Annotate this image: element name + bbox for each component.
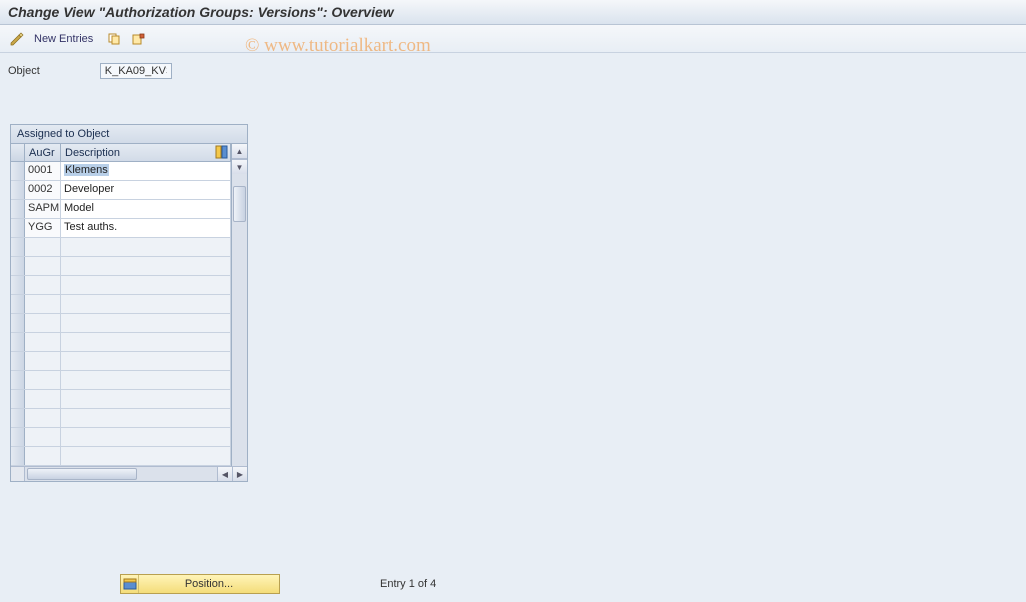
entry-status: Entry 1 of 4 bbox=[380, 578, 436, 590]
cell-description[interactable]: Developer bbox=[61, 181, 231, 199]
cell-description[interactable] bbox=[61, 276, 231, 294]
scroll-right-arrow-icon[interactable]: ▶ bbox=[232, 467, 247, 481]
object-input[interactable] bbox=[100, 63, 172, 79]
table-row[interactable] bbox=[11, 238, 231, 257]
assigned-to-object-table: Assigned to Object AuGr Description 0001… bbox=[10, 124, 248, 482]
cell-augr[interactable] bbox=[25, 352, 61, 370]
table-row[interactable]: YGGTest auths. bbox=[11, 219, 231, 238]
column-header-augr[interactable]: AuGr bbox=[25, 144, 61, 161]
vertical-scrollbar[interactable]: ▲ ▼ bbox=[231, 144, 247, 466]
cell-description[interactable] bbox=[61, 257, 231, 275]
object-label: Object bbox=[8, 65, 40, 77]
new-entries-button[interactable]: New Entries bbox=[34, 33, 93, 45]
row-selector[interactable] bbox=[11, 219, 25, 237]
row-selector[interactable] bbox=[11, 428, 25, 446]
cell-augr[interactable] bbox=[25, 447, 61, 465]
table-row[interactable]: 0002Developer bbox=[11, 181, 231, 200]
scroll-left-arrow-icon[interactable]: ◀ bbox=[217, 467, 232, 481]
cell-description[interactable] bbox=[61, 333, 231, 351]
cell-description[interactable] bbox=[61, 409, 231, 427]
cell-description[interactable] bbox=[61, 428, 231, 446]
table-row[interactable] bbox=[11, 409, 231, 428]
vertical-scroll-thumb[interactable] bbox=[233, 186, 246, 222]
table-row[interactable] bbox=[11, 257, 231, 276]
row-selector[interactable] bbox=[11, 333, 25, 351]
table-row[interactable] bbox=[11, 295, 231, 314]
cell-augr[interactable] bbox=[25, 390, 61, 408]
scroll-down-arrow-icon[interactable]: ▼ bbox=[232, 159, 247, 174]
table-row[interactable] bbox=[11, 390, 231, 409]
row-selector[interactable] bbox=[11, 276, 25, 294]
cell-augr[interactable] bbox=[25, 371, 61, 389]
cell-augr[interactable] bbox=[25, 428, 61, 446]
table-settings-icon[interactable] bbox=[215, 145, 229, 159]
application-toolbar: New Entries bbox=[0, 25, 1026, 53]
cell-description[interactable]: Model bbox=[61, 200, 231, 218]
cell-augr[interactable]: YGG bbox=[25, 219, 61, 237]
cell-augr[interactable]: SAPM bbox=[25, 200, 61, 218]
cell-augr[interactable] bbox=[25, 238, 61, 256]
row-selector[interactable] bbox=[11, 390, 25, 408]
cell-description[interactable]: Klemens bbox=[61, 162, 231, 180]
table-row[interactable] bbox=[11, 333, 231, 352]
row-selector[interactable] bbox=[11, 238, 25, 256]
horizontal-scroll-track[interactable] bbox=[25, 467, 217, 481]
column-header-description-label: Description bbox=[65, 147, 120, 159]
cell-augr[interactable]: 0002 bbox=[25, 181, 61, 199]
position-button-label: Position... bbox=[139, 578, 279, 590]
cell-description[interactable] bbox=[61, 390, 231, 408]
table-row[interactable] bbox=[11, 428, 231, 447]
row-selector[interactable] bbox=[11, 409, 25, 427]
row-selector[interactable] bbox=[11, 162, 25, 180]
table-body: 0001Klemens0002DeveloperSAPMModelYGGTest… bbox=[11, 162, 231, 466]
footer-bar: Position... Entry 1 of 4 bbox=[0, 570, 1026, 602]
cell-description[interactable] bbox=[61, 447, 231, 465]
toggle-change-icon[interactable] bbox=[8, 30, 26, 48]
table-row[interactable]: 0001Klemens bbox=[11, 162, 231, 181]
delete-icon[interactable] bbox=[129, 30, 147, 48]
cell-augr[interactable] bbox=[25, 295, 61, 313]
table-title: Assigned to Object bbox=[11, 125, 247, 144]
row-selector[interactable] bbox=[11, 447, 25, 465]
row-selector[interactable] bbox=[11, 352, 25, 370]
cell-augr[interactable]: 0001 bbox=[25, 162, 61, 180]
cell-augr[interactable] bbox=[25, 409, 61, 427]
cell-description[interactable] bbox=[61, 314, 231, 332]
row-selector[interactable] bbox=[11, 257, 25, 275]
table-row[interactable] bbox=[11, 314, 231, 333]
select-all-handle[interactable] bbox=[11, 144, 25, 161]
object-row: Object bbox=[0, 53, 1026, 89]
cell-description[interactable] bbox=[61, 371, 231, 389]
cell-augr[interactable] bbox=[25, 333, 61, 351]
table-row[interactable] bbox=[11, 371, 231, 390]
copy-as-icon[interactable] bbox=[105, 30, 123, 48]
table-row[interactable] bbox=[11, 447, 231, 466]
cell-description[interactable]: Test auths. bbox=[61, 219, 231, 237]
cell-augr[interactable] bbox=[25, 314, 61, 332]
row-selector[interactable] bbox=[11, 314, 25, 332]
row-selector[interactable] bbox=[11, 371, 25, 389]
cell-augr[interactable] bbox=[25, 276, 61, 294]
vertical-scroll-track[interactable] bbox=[232, 174, 247, 466]
horizontal-scrollbar[interactable]: ◀ ▶ bbox=[11, 466, 247, 481]
table-row[interactable] bbox=[11, 352, 231, 371]
page-title: Change View "Authorization Groups: Versi… bbox=[0, 0, 1026, 25]
hscroll-spacer bbox=[11, 467, 25, 481]
cell-description[interactable] bbox=[61, 295, 231, 313]
cell-description[interactable] bbox=[61, 352, 231, 370]
position-icon bbox=[121, 575, 139, 593]
cell-augr[interactable] bbox=[25, 257, 61, 275]
scroll-up-arrow-icon[interactable]: ▲ bbox=[232, 144, 247, 159]
row-selector[interactable] bbox=[11, 200, 25, 218]
row-selector[interactable] bbox=[11, 295, 25, 313]
row-selector[interactable] bbox=[11, 181, 25, 199]
table-row[interactable]: SAPMModel bbox=[11, 200, 231, 219]
horizontal-scroll-thumb[interactable] bbox=[27, 468, 137, 480]
table-row[interactable] bbox=[11, 276, 231, 295]
table-header-row: AuGr Description bbox=[11, 144, 231, 162]
position-button[interactable]: Position... bbox=[120, 574, 280, 594]
cell-description[interactable] bbox=[61, 238, 231, 256]
column-header-description[interactable]: Description bbox=[61, 144, 231, 161]
